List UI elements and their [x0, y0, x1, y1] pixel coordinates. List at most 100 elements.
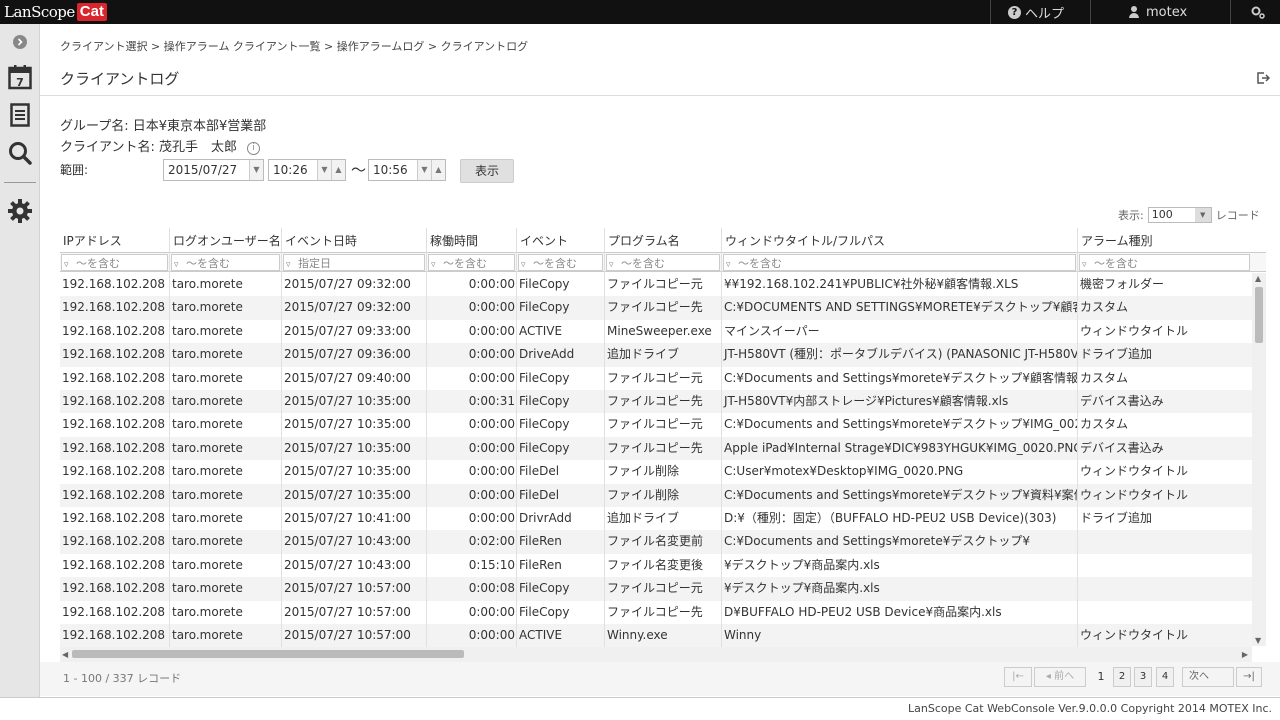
filter-event[interactable]: ▿ 〜を含む [518, 254, 603, 271]
column-divider[interactable] [721, 228, 722, 651]
table-row[interactable]: 192.168.102.208 taro.morete 2015/07/27 09:… [60, 367, 1252, 390]
column-divider[interactable] [1077, 228, 1078, 651]
sidebar-item-search[interactable] [0, 138, 40, 168]
table-row[interactable]: 192.168.102.208 taro.morete 2015/07/27 09:… [60, 273, 1252, 296]
client-value: 茂孔手 太郎 [159, 140, 238, 155]
time-from-select[interactable]: 10:26 ▼ ▲ [268, 159, 346, 181]
filter-ip-address[interactable]: ▿ 〜を含む [61, 254, 168, 271]
column-header-alarm-type[interactable]: アラーム種別 [1078, 228, 1252, 252]
info-icon[interactable]: i [247, 142, 261, 155]
cell-alarm-type: カスタム [1080, 417, 1129, 432]
page-1-button[interactable]: 1 [1092, 667, 1110, 687]
sidebar-expand-button[interactable] [0, 32, 40, 52]
table-row[interactable]: 192.168.102.208 taro.morete 2015/07/27 10:… [60, 507, 1252, 530]
breadcrumb[interactable]: クライアント選択 > 操作アラーム クライアント一覧 > 操作アラームログ > … [60, 38, 528, 54]
cell-program-name: ファイル名変更前 [607, 534, 704, 549]
cell-program-name: ファイルコピー先 [607, 604, 703, 619]
column-divider[interactable] [604, 228, 605, 651]
table-row[interactable]: 192.168.102.208 taro.morete 2015/07/27 10:… [60, 624, 1252, 648]
chevron-down-icon[interactable]: ▼ [249, 160, 263, 180]
sidebar-item-log[interactable] [0, 100, 40, 130]
horizontal-scroll-thumb[interactable] [72, 650, 464, 658]
filter-event-datetime[interactable]: ▿ 指定日 [283, 254, 425, 271]
user-menu[interactable]: motex [1128, 0, 1187, 24]
help-link[interactable]: ? ヘルプ [1008, 0, 1064, 24]
horizontal-scrollbar[interactable]: ◀ ▶ [60, 647, 1252, 662]
filter-program-name[interactable]: ▿ 〜を含む [606, 254, 720, 271]
cell-uptime: 0:00:00 [468, 300, 515, 315]
table-row[interactable]: 192.168.102.208 taro.morete 2015/07/27 10:… [60, 601, 1252, 624]
date-picker[interactable]: 2015/07/27 ▼ [163, 159, 264, 181]
table-row[interactable]: 192.168.102.208 taro.morete 2015/07/27 10:… [60, 436, 1252, 461]
column-divider[interactable] [281, 228, 282, 651]
table-row[interactable]: 192.168.102.208 taro.morete 2015/07/27 10:… [60, 390, 1252, 414]
table-row[interactable]: 192.168.102.208 taro.morete 2015/07/27 10:… [60, 413, 1252, 436]
sidebar-item-settings[interactable] [0, 196, 40, 226]
filter-icon[interactable]: ▿ [521, 257, 533, 270]
table-row[interactable]: 192.168.102.208 taro.morete 2015/07/27 10:… [60, 577, 1252, 601]
column-header-window-title[interactable]: ウィンドウタイトル/フルパス [722, 228, 1078, 252]
cell-logon-user: taro.morete [172, 323, 243, 338]
sidebar-item-calendar[interactable]: 7 [0, 62, 40, 92]
filter-icon[interactable]: ▿ [1082, 257, 1094, 270]
column-header-logon-user[interactable]: ログオンユーザー名 [170, 228, 282, 252]
perpage-value: 100 [1151, 208, 1173, 221]
cell-event-datetime: 2015/07/27 09:33:00 [284, 323, 411, 338]
filter-icon[interactable]: ▿ [64, 257, 76, 270]
filter-icon[interactable]: ▿ [726, 257, 738, 270]
column-divider[interactable] [426, 228, 427, 651]
filter-uptime[interactable]: ▿ 〜を含む [428, 254, 515, 271]
table-row[interactable]: 192.168.102.208 taro.morete 2015/07/27 09:… [60, 320, 1252, 343]
page-3-button[interactable]: 3 [1134, 667, 1152, 687]
table-row[interactable]: 192.168.102.208 taro.morete 2015/07/27 10:… [60, 530, 1252, 554]
last-page-button[interactable]: →| [1236, 667, 1262, 687]
top-separator [1230, 0, 1231, 24]
perpage-select[interactable]: 100 ▼ [1147, 207, 1212, 223]
column-header-event[interactable]: イベント [517, 228, 605, 252]
table-header-row: IPアドレス ログオンユーザー名 イベント日時 稼働時間 イベント プログラム名 ウィンドウ… [60, 228, 1266, 252]
chevron-down-icon[interactable]: ▼ [317, 160, 331, 180]
chevron-up-icon[interactable]: ▲ [431, 160, 445, 180]
table-row[interactable]: 192.168.102.208 taro.morete 2015/07/27 10:… [60, 554, 1252, 577]
filter-logon-user[interactable]: ▿ 〜を含む [171, 254, 280, 271]
scroll-down-icon[interactable]: ▼ [1255, 636, 1261, 645]
scroll-right-icon[interactable]: ▶ [1242, 650, 1248, 659]
filter-window-title[interactable]: ▿ 〜を含む [723, 254, 1076, 271]
column-divider[interactable] [516, 228, 517, 651]
filter-alarm-type[interactable]: ▿ 〜を含む [1079, 254, 1250, 271]
cell-uptime: 0:00:00 [468, 347, 515, 362]
column-header-program-name[interactable]: プログラム名 [605, 228, 722, 252]
cell-program-name: ファイルコピー先 [607, 300, 703, 315]
chevron-down-icon[interactable]: ▼ [417, 160, 431, 180]
app-logo[interactable]: LanScope Cat [4, 1, 107, 23]
page-2-button[interactable]: 2 [1113, 667, 1131, 687]
column-header-event-datetime[interactable]: イベント日時 [282, 228, 427, 252]
table-row[interactable]: 192.168.102.208 taro.morete 2015/07/27 09:… [60, 343, 1252, 367]
export-button[interactable] [1256, 70, 1271, 89]
table-row[interactable]: 192.168.102.208 taro.morete 2015/07/27 10:… [60, 483, 1252, 507]
time-to-select[interactable]: 10:56 ▼ ▲ [368, 159, 446, 181]
scroll-up-icon[interactable]: ▲ [1255, 274, 1261, 283]
show-button[interactable]: 表示 [460, 159, 514, 183]
scroll-left-icon[interactable]: ◀ [62, 650, 68, 659]
column-header-ip-address[interactable]: IPアドレス [60, 228, 170, 252]
title-divider [40, 95, 1280, 96]
first-page-button[interactable]: |← [1004, 667, 1032, 687]
vertical-scroll-thumb[interactable] [1255, 287, 1263, 343]
filter-icon[interactable]: ▿ [431, 257, 443, 270]
table-row[interactable]: 192.168.102.208 taro.morete 2015/07/27 09:… [60, 296, 1252, 320]
prev-page-button[interactable]: ◂ 前へ [1034, 667, 1086, 687]
next-page-button[interactable]: 次へ [1182, 667, 1234, 687]
filter-icon[interactable]: ▿ [609, 257, 621, 270]
document-list-icon [10, 103, 30, 127]
column-header-uptime[interactable]: 稼働時間 [427, 228, 517, 252]
chevron-up-icon[interactable]: ▲ [331, 160, 345, 180]
vertical-scrollbar[interactable]: ▲ ▼ [1252, 273, 1266, 646]
settings-menu[interactable] [1250, 0, 1266, 24]
filter-icon[interactable]: ▿ [174, 257, 186, 270]
filter-icon[interactable]: ▿ [286, 257, 298, 270]
page-4-button[interactable]: 4 [1156, 667, 1174, 687]
column-divider[interactable] [169, 228, 170, 651]
table-row[interactable]: 192.168.102.208 taro.morete 2015/07/27 10:… [60, 460, 1252, 483]
filter-placeholder: 〜を含む [186, 257, 230, 270]
